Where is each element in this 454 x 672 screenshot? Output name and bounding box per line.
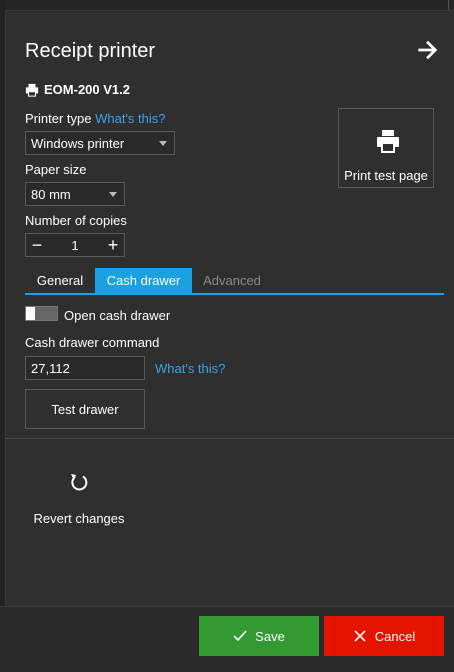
checkmark-icon [233,630,247,642]
section-divider [5,438,454,439]
printer-type-select[interactable]: Windows printer [25,131,175,155]
cash-drawer-help-link[interactable]: What's this? [155,361,225,376]
cash-drawer-command-input[interactable]: 27,112 [25,356,145,380]
revert-changes-button[interactable]: Revert changes [27,466,131,536]
revert-changes-label: Revert changes [33,511,125,526]
cash-drawer-command-value: 27,112 [31,360,70,376]
printer-icon [377,130,399,153]
settings-tabs: General Cash drawer Advanced [25,268,444,295]
paper-size-label: Paper size [25,162,87,177]
arrow-right-icon[interactable] [417,39,439,61]
window-top-strip [0,0,454,10]
printer-type-value: Windows printer [31,135,125,151]
device-header: EOM-200 V1.2 [25,82,130,97]
print-test-page-button[interactable]: Print test page [338,108,434,188]
print-test-page-label: Print test page [344,168,428,183]
paper-size-value: 80 mm [31,186,71,202]
increment-button[interactable]: + [103,234,123,256]
cancel-label: Cancel [374,628,416,644]
chevron-down-icon [109,192,117,197]
undo-icon [71,474,88,491]
printer-type-label: Printer type [25,111,92,126]
save-label: Save [255,628,285,644]
paper-size-select[interactable]: 80 mm [25,182,125,206]
open-cash-drawer-label: Open cash drawer [64,308,171,323]
save-button[interactable]: Save [199,616,319,656]
tab-advanced[interactable]: Advanced [192,268,272,293]
tab-cash-drawer[interactable]: Cash drawer [95,268,192,293]
open-cash-drawer-toggle[interactable] [25,306,58,321]
printer-icon [25,83,39,97]
printer-type-help-link[interactable]: What's this? [95,111,165,126]
close-icon [354,630,366,642]
copies-label: Number of copies [25,213,127,228]
copies-stepper: − 1 + [25,233,125,257]
decrement-button[interactable]: − [27,234,47,256]
tab-general[interactable]: General [25,268,95,293]
printer-type-row: Printer type What's this? [25,111,166,126]
copies-value[interactable]: 1 [51,238,99,253]
toggle-knob [26,307,35,320]
device-name: EOM-200 V1.2 [44,82,130,97]
cancel-button[interactable]: Cancel [324,616,444,656]
test-drawer-button[interactable]: Test drawer [25,389,145,429]
cash-drawer-command-label: Cash drawer command [25,335,160,350]
chevron-down-icon [159,141,167,146]
dialog-title: Receipt printer [25,40,156,62]
